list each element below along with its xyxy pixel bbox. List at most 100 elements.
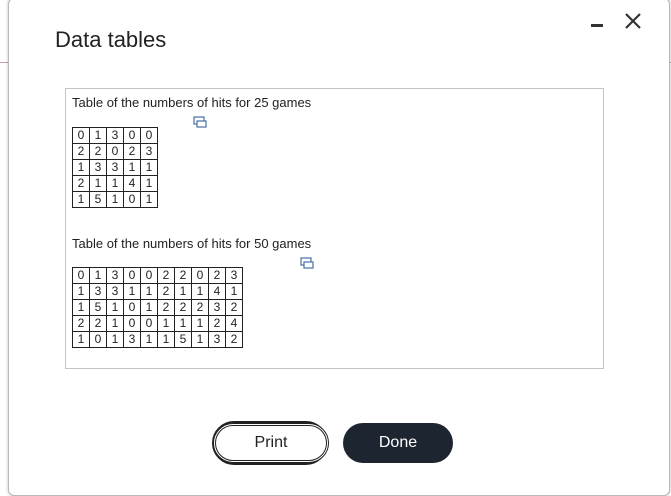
table-cell: 2 (225, 299, 243, 316)
table-cell: 0 (89, 331, 107, 348)
table-cell: 3 (123, 331, 141, 348)
table-cell: 1 (89, 127, 107, 144)
table-cell: 1 (106, 175, 124, 192)
table-cell: 5 (89, 299, 107, 316)
table-row: 01300 (72, 127, 158, 144)
table-cell: 1 (174, 283, 192, 300)
table-cell: 2 (72, 143, 90, 160)
table-cell: 0 (140, 267, 158, 284)
table-cell: 2 (123, 143, 141, 160)
table-cell: 1 (140, 159, 158, 176)
copy-glyph (300, 257, 314, 269)
table-row: 22023 (72, 143, 158, 160)
table-cell: 1 (123, 159, 141, 176)
table-cell: 2 (174, 299, 192, 316)
table-cell: 1 (157, 331, 175, 348)
table-cell: 1 (72, 159, 90, 176)
table25-caption: Table of the numbers of hits for 25 game… (72, 95, 312, 110)
dialog-title: Data tables (55, 27, 167, 52)
table-cell: 1 (72, 191, 90, 208)
table-cell: 3 (106, 127, 124, 144)
table-cell: 1 (72, 331, 90, 348)
table-cell: 2 (157, 299, 175, 316)
table-cell: 0 (123, 127, 141, 144)
table-cell: 1 (72, 299, 90, 316)
done-button[interactable]: Done (343, 423, 453, 463)
table-cell: 1 (191, 283, 209, 300)
table-cell: 3 (225, 267, 243, 284)
table50-grid: 0130022023133112114115101222322210011124… (72, 267, 243, 348)
table-cell: 2 (157, 267, 175, 284)
table-cell: 4 (123, 175, 141, 192)
table-cell: 2 (157, 283, 175, 300)
table-cell: 2 (72, 315, 90, 332)
table-cell: 3 (106, 283, 124, 300)
table-cell: 1 (72, 283, 90, 300)
table-cell: 3 (140, 143, 158, 160)
print-button[interactable]: Print (213, 423, 329, 463)
table-cell: 1 (140, 283, 158, 300)
table-cell: 1 (106, 191, 124, 208)
table25-copy-icon[interactable] (193, 115, 207, 128)
table-cell: 3 (89, 283, 107, 300)
table-row: 2210011124 (72, 315, 243, 332)
table-cell: 1 (106, 299, 124, 316)
close-icon[interactable] (621, 9, 645, 33)
table-cell: 1 (191, 315, 209, 332)
table-cell: 2 (208, 315, 226, 332)
table-cell: 1 (174, 315, 192, 332)
table-row: 15101 (72, 191, 158, 208)
table-cell: 2 (208, 267, 226, 284)
table-cell: 0 (123, 191, 141, 208)
table-cell: 4 (225, 315, 243, 332)
table-cell: 2 (89, 315, 107, 332)
close-x-glyph (625, 13, 641, 29)
table-cell: 1 (140, 191, 158, 208)
table-cell: 0 (123, 299, 141, 316)
table-row: 1013115132 (72, 331, 243, 348)
table25-grid: 0130022023133112114115101 (72, 127, 158, 208)
table-row: 0130022023 (72, 267, 243, 284)
table-cell: 1 (140, 331, 158, 348)
table-cell: 3 (89, 159, 107, 176)
table-cell: 0 (140, 127, 158, 144)
table-cell: 5 (89, 191, 107, 208)
table-cell: 4 (208, 283, 226, 300)
table-row: 21141 (72, 175, 158, 192)
table-cell: 2 (174, 267, 192, 284)
table-cell: 3 (208, 299, 226, 316)
table-cell: 1 (106, 315, 124, 332)
table-row: 1510122232 (72, 299, 243, 316)
table-cell: 1 (123, 283, 141, 300)
table-cell: 1 (89, 175, 107, 192)
table-cell: 2 (72, 175, 90, 192)
minimize-icon[interactable] (589, 18, 605, 32)
table-cell: 1 (225, 283, 243, 300)
table-cell: 0 (72, 267, 90, 284)
table-cell: 0 (140, 315, 158, 332)
table-cell: 5 (174, 331, 192, 348)
copy-glyph (193, 116, 207, 128)
table-cell: 0 (123, 267, 141, 284)
background-divider (0, 62, 8, 63)
tables-panel: Table of the numbers of hits for 25 game… (65, 88, 604, 369)
table-cell: 2 (89, 143, 107, 160)
table50-caption: Table of the numbers of hits for 50 game… (72, 236, 312, 251)
table-cell: 0 (191, 267, 209, 284)
table-cell: 2 (225, 331, 243, 348)
table50-copy-icon[interactable] (300, 256, 314, 269)
table-cell: 2 (191, 299, 209, 316)
table-cell: 1 (191, 331, 209, 348)
table-cell: 0 (106, 143, 124, 160)
table-cell: 1 (89, 267, 107, 284)
table-row: 13311 (72, 159, 158, 176)
table-cell: 1 (140, 299, 158, 316)
table-cell: 0 (72, 127, 90, 144)
table-cell: 1 (106, 331, 124, 348)
table-cell: 3 (106, 267, 124, 284)
data-tables-dialog: Data tables Table of the numbers of hits… (8, 0, 670, 496)
table-cell: 3 (106, 159, 124, 176)
table-cell: 0 (123, 315, 141, 332)
table-cell: 1 (140, 175, 158, 192)
table-cell: 1 (157, 315, 175, 332)
